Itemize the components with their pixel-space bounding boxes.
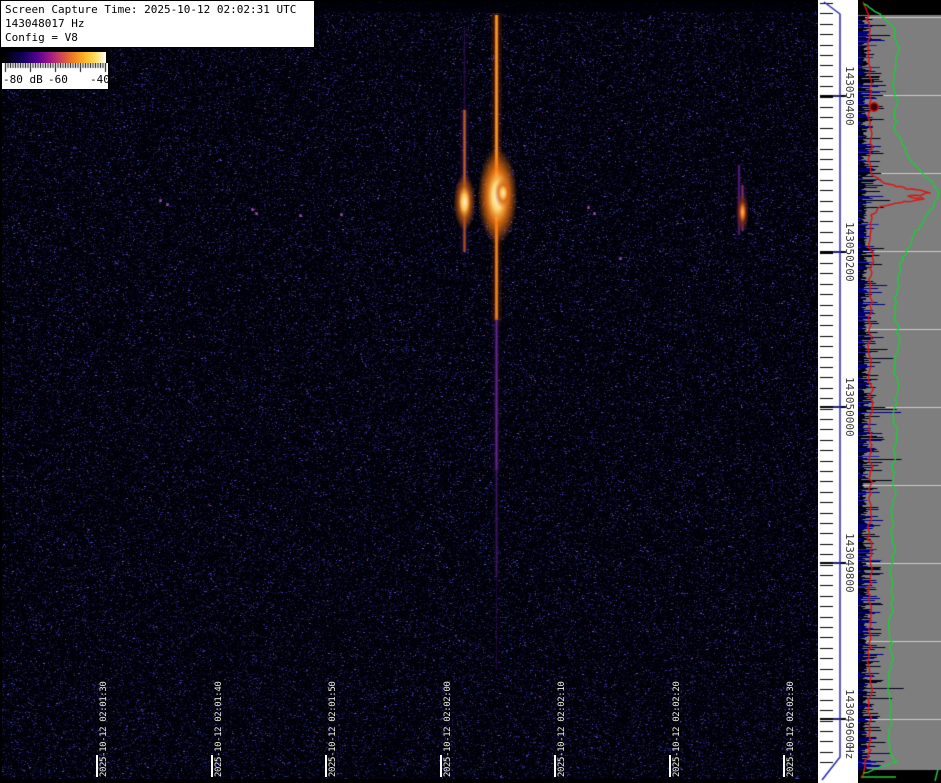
time-label: 2025-10-12 02:02:30	[786, 681, 796, 777]
color-scale-ticks	[2, 63, 108, 73]
color-scale-box: -80 dB -60 -40	[2, 63, 110, 89]
time-tick	[96, 755, 98, 777]
time-label: 2025-10-12 02:01:40	[214, 681, 224, 777]
spectrum-panel[interactable]	[858, 0, 941, 783]
time-tick	[440, 755, 442, 777]
time-tick	[783, 755, 785, 777]
time-label: 2025-10-12 02:01:30	[99, 681, 109, 777]
frequency-label: 143050000	[843, 377, 856, 437]
frequency-label: 143050400	[843, 66, 856, 126]
time-tick	[211, 755, 213, 777]
time-label: 2025-10-12 02:02:00	[443, 681, 453, 777]
time-tick	[325, 755, 327, 777]
frequency-label: 143050200	[843, 222, 856, 282]
app-window: 2025-10-12 02:01:30 2025-10-12 02:01:40 20…	[0, 0, 941, 783]
time-tick	[554, 755, 556, 777]
waterfall-display[interactable]	[2, 2, 818, 779]
time-label: 2025-10-12 02:02:10	[557, 681, 567, 777]
capture-time-text: Screen Capture Time: 2025-10-12 02:02:31…	[5, 3, 297, 16]
frequency-text: 143048017 Hz	[5, 17, 85, 30]
capture-info-box: Screen Capture Time: 2025-10-12 02:02:31…	[0, 0, 315, 48]
frequency-label: 143049800	[843, 533, 856, 593]
time-label: 2025-10-12 02:01:50	[328, 681, 338, 777]
colorbar-label-max: -40	[90, 73, 110, 86]
time-tick	[669, 755, 671, 777]
colorbar-label-mid: -60	[48, 73, 68, 86]
color-gradient-bar	[4, 52, 106, 63]
time-label: 2025-10-12 02:02:20	[672, 681, 682, 777]
frequency-unit-label: Hz	[843, 746, 856, 760]
color-scale: -80 dB -60 -40	[0, 47, 110, 90]
frequency-label: 143049600	[843, 689, 856, 749]
config-text: Config = V8	[5, 31, 78, 44]
colorbar-label-min: -80 dB	[3, 73, 43, 86]
